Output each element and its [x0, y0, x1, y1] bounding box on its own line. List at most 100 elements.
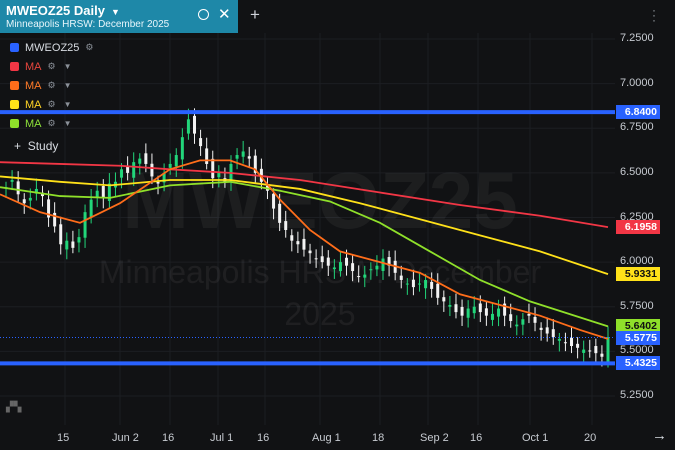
candle-body — [314, 258, 318, 260]
candle-body — [405, 283, 409, 285]
candle-body — [515, 324, 519, 327]
arrow-right-icon[interactable]: → — [652, 427, 667, 444]
candle-body — [436, 283, 440, 298]
add-study-button[interactable]: + Study — [14, 139, 58, 153]
price-chart[interactable]: MWEOZ25 Minneapolis HRSW: December 2025 — [0, 33, 675, 450]
price-tag: 5.9331 — [616, 267, 660, 282]
candle-body — [284, 221, 288, 230]
gear-icon[interactable]: ⚙ — [48, 61, 56, 72]
gear-icon[interactable]: ⚙ — [48, 118, 56, 129]
candle-body — [417, 283, 421, 285]
watermark-line1: Minneapolis HRSW: December — [99, 254, 542, 290]
add-tab-icon[interactable]: + — [250, 5, 260, 25]
candle-body — [576, 343, 580, 348]
legend-item[interactable]: MWEOZ25 ⚙ — [10, 38, 93, 57]
candle-body — [247, 156, 251, 159]
more-menu-icon[interactable]: · · · — [652, 4, 656, 26]
y-tick-label: 7.0000 — [620, 76, 654, 89]
gear-icon[interactable]: ⚙ — [48, 80, 56, 91]
legend-label: MA — [25, 117, 42, 130]
chevron-down-icon[interactable]: ▼ — [64, 119, 72, 128]
candle-body — [186, 119, 190, 134]
chart-legend: MWEOZ25 ⚙ MA ⚙ ▼ MA ⚙ ▼ MA ⚙ ▼ MA ⚙ ▼ — [10, 38, 93, 133]
price-tag: 6.1958 — [616, 220, 660, 235]
legend-label: MA — [25, 79, 42, 92]
chart-tab[interactable]: MWEOZ25 Daily ▼ Minneapolis HRSW: Decembe… — [0, 0, 238, 33]
candle-body — [490, 313, 494, 320]
candle-body — [460, 306, 464, 316]
candle-body — [466, 308, 470, 318]
x-tick-label: Jun 2 — [112, 432, 139, 444]
candle-body — [484, 308, 488, 316]
candle-body — [205, 148, 209, 164]
x-tick-label: Aug 1 — [312, 432, 341, 444]
x-tick-label: 15 — [57, 432, 70, 444]
chevron-down-icon[interactable]: ▼ — [64, 62, 72, 71]
y-tick-label: 5.7500 — [620, 299, 654, 312]
candle-body — [472, 306, 476, 314]
candle-body — [521, 319, 525, 325]
candle-body — [478, 303, 482, 313]
candle-body — [168, 163, 172, 168]
candle-body — [606, 337, 610, 362]
candle-body — [570, 337, 574, 347]
candle-body — [545, 327, 549, 334]
candle-body — [174, 155, 178, 167]
candle-body — [448, 304, 452, 307]
candle-body — [411, 279, 415, 288]
candle-body — [120, 169, 124, 178]
x-tick-label: Oct 1 — [522, 432, 549, 444]
candle-body — [199, 138, 203, 147]
gear-icon[interactable]: ⚙ — [48, 99, 56, 110]
legend-item[interactable]: MA ⚙ ▼ — [10, 76, 93, 95]
logo-icon: ▞▚ — [6, 402, 22, 413]
candle-body — [381, 258, 385, 271]
gear-icon[interactable]: ⚙ — [85, 42, 93, 53]
circle-icon[interactable] — [198, 9, 209, 20]
candle-body — [539, 327, 543, 330]
candle-body — [326, 257, 330, 266]
legend-label: MA — [25, 60, 42, 73]
candle-body — [369, 269, 373, 271]
candle-body — [180, 137, 184, 160]
candle-body — [533, 316, 537, 323]
chevron-down-icon[interactable]: ▼ — [111, 7, 120, 17]
y-tick-label: 6.5000 — [620, 165, 654, 178]
color-swatch — [10, 81, 19, 90]
legend-item[interactable]: MA ⚙ ▼ — [10, 114, 93, 133]
candle-body — [332, 267, 336, 270]
x-tick-label: 18 — [372, 432, 385, 444]
candle-body — [563, 342, 567, 344]
candle-body — [363, 274, 367, 278]
x-tick-label: 16 — [257, 432, 270, 444]
chevron-down-icon[interactable]: ▼ — [64, 81, 72, 90]
candle-body — [357, 276, 361, 278]
candle-body — [338, 262, 342, 272]
price-tag: 5.5775 — [616, 330, 660, 345]
candle-body — [582, 349, 586, 353]
tab-title[interactable]: MWEOZ25 Daily ▼ — [6, 3, 120, 18]
watermark-line2: 2025 — [284, 296, 355, 332]
candle-body — [16, 181, 20, 195]
candle-body — [588, 350, 592, 352]
candle-body — [557, 338, 561, 341]
candle-body — [235, 155, 239, 159]
candle-body — [272, 193, 276, 209]
color-swatch — [10, 43, 19, 52]
chevron-down-icon[interactable]: ▼ — [64, 100, 72, 109]
candle-body — [442, 297, 446, 302]
x-tick-label: 20 — [584, 432, 597, 444]
candle-body — [308, 250, 312, 254]
tab-subtitle: Minneapolis HRSW: December 2025 — [6, 19, 170, 30]
candle-body — [217, 172, 221, 178]
candle-body — [10, 180, 14, 182]
x-tick-label: 16 — [162, 432, 175, 444]
close-icon[interactable]: ✕ — [218, 5, 231, 23]
candle-body — [290, 235, 294, 241]
y-tick-label: 6.7500 — [620, 121, 654, 134]
candle-body — [424, 279, 428, 289]
y-tick-label: 6.0000 — [620, 255, 654, 268]
legend-item[interactable]: MA ⚙ ▼ — [10, 57, 93, 76]
legend-label: MWEOZ25 — [25, 41, 80, 54]
legend-item[interactable]: MA ⚙ ▼ — [10, 95, 93, 114]
